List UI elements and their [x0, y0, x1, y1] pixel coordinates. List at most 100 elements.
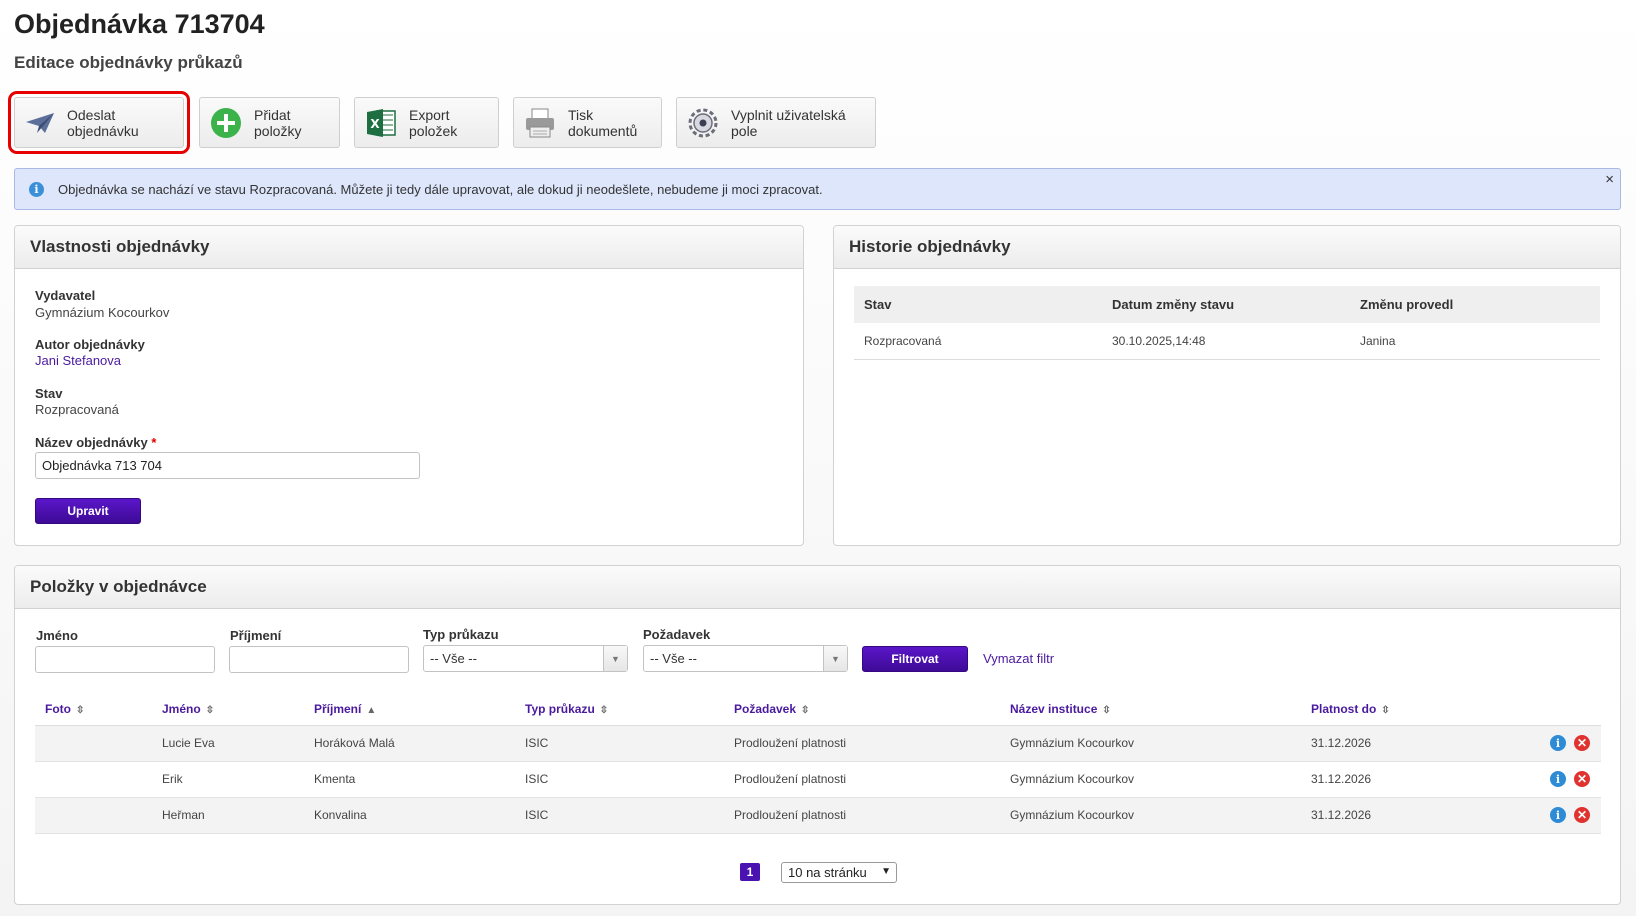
send-order-button[interactable]: Odeslat objednávku	[8, 91, 190, 154]
history-col-date: Datum změny stavu	[1102, 286, 1350, 323]
col-photo-label: Foto	[45, 701, 71, 716]
col-card-type-label: Typ průkazu	[525, 701, 595, 716]
cell-valid-until: 31.12.2026	[1301, 725, 1481, 762]
fill-user-fields-button[interactable]: Vyplnit uživatelská pole	[676, 97, 876, 148]
filter-last-name-label: Příjmení	[230, 628, 282, 643]
col-valid-until[interactable]: Platnost do ⇳	[1301, 693, 1481, 726]
fill-user-fields-label: Vyplnit uživatelská pole	[731, 106, 846, 139]
sort-icon: ⇳	[1381, 704, 1390, 716]
history-row: Rozpracovaná 30.10.2025,14:48 Janina	[854, 323, 1600, 360]
info-icon[interactable]: i	[1550, 807, 1566, 823]
page-subtitle: Editace objednávky průkazů	[14, 53, 243, 72]
sort-icon: ⇳	[205, 704, 215, 716]
state-value: Rozpracovaná	[35, 402, 119, 417]
filter-request-value: -- Vše --	[650, 651, 697, 666]
col-first-name[interactable]: Jméno ⇳	[152, 693, 304, 726]
col-valid-until-label: Platnost do	[1311, 701, 1377, 716]
cell-last-name: Konvalina	[304, 797, 515, 834]
cell-last-name: Horáková Malá	[304, 725, 515, 762]
order-properties-heading: Vlastnosti objednávky	[15, 226, 803, 269]
order-history-heading: Historie objednávky	[834, 226, 1620, 269]
print-documents-button[interactable]: Tisk dokumentů	[513, 97, 662, 148]
cell-card-type: ISIC	[515, 725, 724, 762]
chevron-down-icon: ▼	[881, 866, 891, 877]
col-request[interactable]: Požadavek ⇳	[724, 693, 1000, 726]
info-icon[interactable]: i	[1550, 771, 1566, 787]
order-name-label: Název objednávky *	[35, 435, 156, 450]
table-row: Lucie Eva Horáková Malá ISIC Prodloužení…	[35, 725, 1601, 762]
history-table: Stav Datum změny stavu Změnu provedl Roz…	[854, 286, 1600, 360]
col-last-name[interactable]: Příjmení ▲	[304, 693, 515, 726]
filter-last-name-input[interactable]	[229, 646, 409, 673]
clear-filter-link[interactable]: Vymazat filtr	[983, 651, 1054, 666]
cell-photo	[35, 725, 152, 762]
print-documents-label: Tisk dokumentů	[568, 106, 638, 139]
chevron-down-icon: ▼	[823, 646, 847, 671]
cell-request: Prodloužení platnosti	[724, 761, 1000, 798]
sort-icon: ⇳	[76, 704, 85, 716]
cell-first-name: Lucie Eva	[152, 725, 304, 762]
cell-request: Prodloužení platnosti	[724, 725, 1000, 762]
filter-request-select[interactable]: -- Vše -- ▼	[643, 645, 848, 672]
author-label: Autor objednávky	[35, 337, 145, 352]
cell-institution: Gymnázium Kocourkov	[1000, 797, 1301, 834]
export-items-label: Export položek	[409, 106, 458, 139]
filter-card-type-label: Typ průkazu	[423, 627, 499, 642]
order-items-panel: Položky v objednávce Jméno Příjmení Typ …	[14, 565, 1621, 905]
add-items-button[interactable]: Přidat položky	[199, 97, 340, 148]
order-name-input[interactable]	[35, 452, 420, 479]
edit-order-button[interactable]: Upravit	[35, 498, 141, 524]
col-card-type[interactable]: Typ průkazu ⇳	[515, 693, 724, 726]
cell-photo	[35, 761, 152, 798]
state-label: Stav	[35, 386, 63, 401]
order-name-label-text: Název objednávky	[35, 435, 148, 450]
cell-actions: i ✕	[1481, 761, 1601, 798]
publisher-label: Vydavatel	[35, 288, 96, 303]
cell-actions: i ✕	[1481, 797, 1601, 834]
add-items-label: Přidat položky	[254, 106, 302, 139]
order-edit-page: Objednávka 713704 Editace objednávky prů…	[0, 0, 1636, 916]
cell-institution: Gymnázium Kocourkov	[1000, 725, 1301, 762]
history-cell-user: Janina	[1350, 323, 1600, 360]
delete-icon[interactable]: ✕	[1574, 771, 1590, 787]
paper-plane-icon	[25, 106, 55, 140]
chevron-down-icon: ▼	[603, 646, 627, 671]
table-row: Erik Kmenta ISIC Prodloužení platnosti G…	[35, 761, 1601, 798]
delete-icon[interactable]: ✕	[1574, 807, 1590, 823]
close-icon[interactable]: ×	[1605, 171, 1614, 188]
info-icon: i	[29, 181, 44, 197]
cell-first-name: Erik	[152, 761, 304, 798]
per-page-select[interactable]: 10 na stránku ▼	[781, 862, 897, 883]
cell-last-name: Kmenta	[304, 761, 515, 798]
per-page-value: 10 na stránku	[788, 865, 867, 880]
pagination-page-1[interactable]: 1	[740, 863, 760, 881]
filter-card-type-value: -- Vše --	[430, 651, 477, 666]
publisher-value: Gymnázium Kocourkov	[35, 305, 170, 320]
col-photo[interactable]: Foto ⇳	[35, 693, 152, 726]
excel-icon: X	[365, 106, 397, 140]
svg-text:X: X	[370, 117, 380, 131]
cell-photo	[35, 797, 152, 834]
history-col-state: Stav	[854, 286, 1102, 323]
col-institution[interactable]: Název instituce ⇳	[1000, 693, 1301, 726]
cell-valid-until: 31.12.2026	[1301, 761, 1481, 798]
col-institution-label: Název instituce	[1010, 701, 1098, 716]
filter-first-name-input[interactable]	[35, 646, 215, 673]
info-icon[interactable]: i	[1550, 735, 1566, 751]
cell-actions: i ✕	[1481, 725, 1601, 762]
history-cell-state: Rozpracovaná	[854, 323, 1102, 360]
export-items-button[interactable]: X Export položek	[354, 97, 499, 148]
table-row: Heřman Konvalina ISIC Prodloužení platno…	[35, 797, 1601, 834]
filter-card-type-select[interactable]: -- Vše -- ▼	[423, 645, 628, 672]
delete-icon[interactable]: ✕	[1574, 735, 1590, 751]
history-col-user: Změnu provedl	[1350, 286, 1600, 323]
sort-ascending-icon: ▲	[366, 704, 377, 716]
order-items-heading: Položky v objednávce	[15, 566, 1620, 609]
col-actions	[1481, 693, 1601, 726]
cell-valid-until: 31.12.2026	[1301, 797, 1481, 834]
author-link[interactable]: Jani Stefanova	[35, 353, 121, 368]
cell-institution: Gymnázium Kocourkov	[1000, 761, 1301, 798]
info-alert: i Objednávka se nachází ve stavu Rozprac…	[14, 168, 1621, 210]
filter-button[interactable]: Filtrovat	[862, 646, 968, 672]
info-alert-text: Objednávka se nachází ve stavu Rozpracov…	[58, 181, 823, 197]
